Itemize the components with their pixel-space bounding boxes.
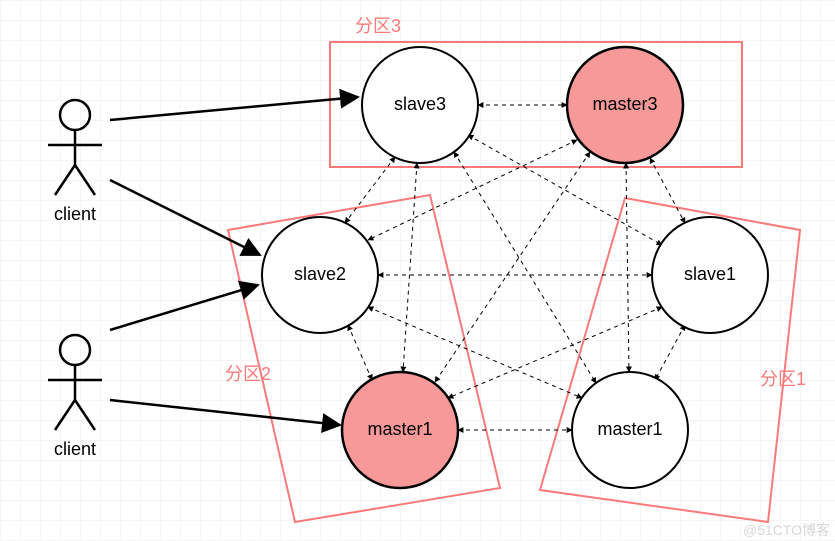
node-master1-right-label: master1 [597, 419, 662, 439]
node-master3: master3 [567, 47, 683, 163]
watermark: @51CTO博客 [743, 522, 830, 538]
client-top-label: client [54, 204, 96, 224]
node-master1-right: master1 [572, 372, 688, 488]
node-slave1: slave1 [652, 217, 768, 333]
zone2-label: 分区2 [225, 364, 271, 384]
node-slave1-label: slave1 [684, 264, 736, 284]
node-master3-label: master3 [592, 94, 657, 114]
node-slave2-label: slave2 [294, 264, 346, 284]
node-slave3-label: slave3 [394, 94, 446, 114]
client-top [48, 100, 102, 195]
node-slave3: slave3 [362, 47, 478, 163]
zone1-label: 分区1 [760, 369, 806, 389]
client-bottom-label: client [54, 439, 96, 459]
node-master1-left-label: master1 [367, 419, 432, 439]
node-master1-left: master1 [342, 372, 458, 488]
client-bottom [48, 335, 102, 430]
node-slave2: slave2 [262, 217, 378, 333]
zone3-label: 分区3 [355, 16, 401, 36]
